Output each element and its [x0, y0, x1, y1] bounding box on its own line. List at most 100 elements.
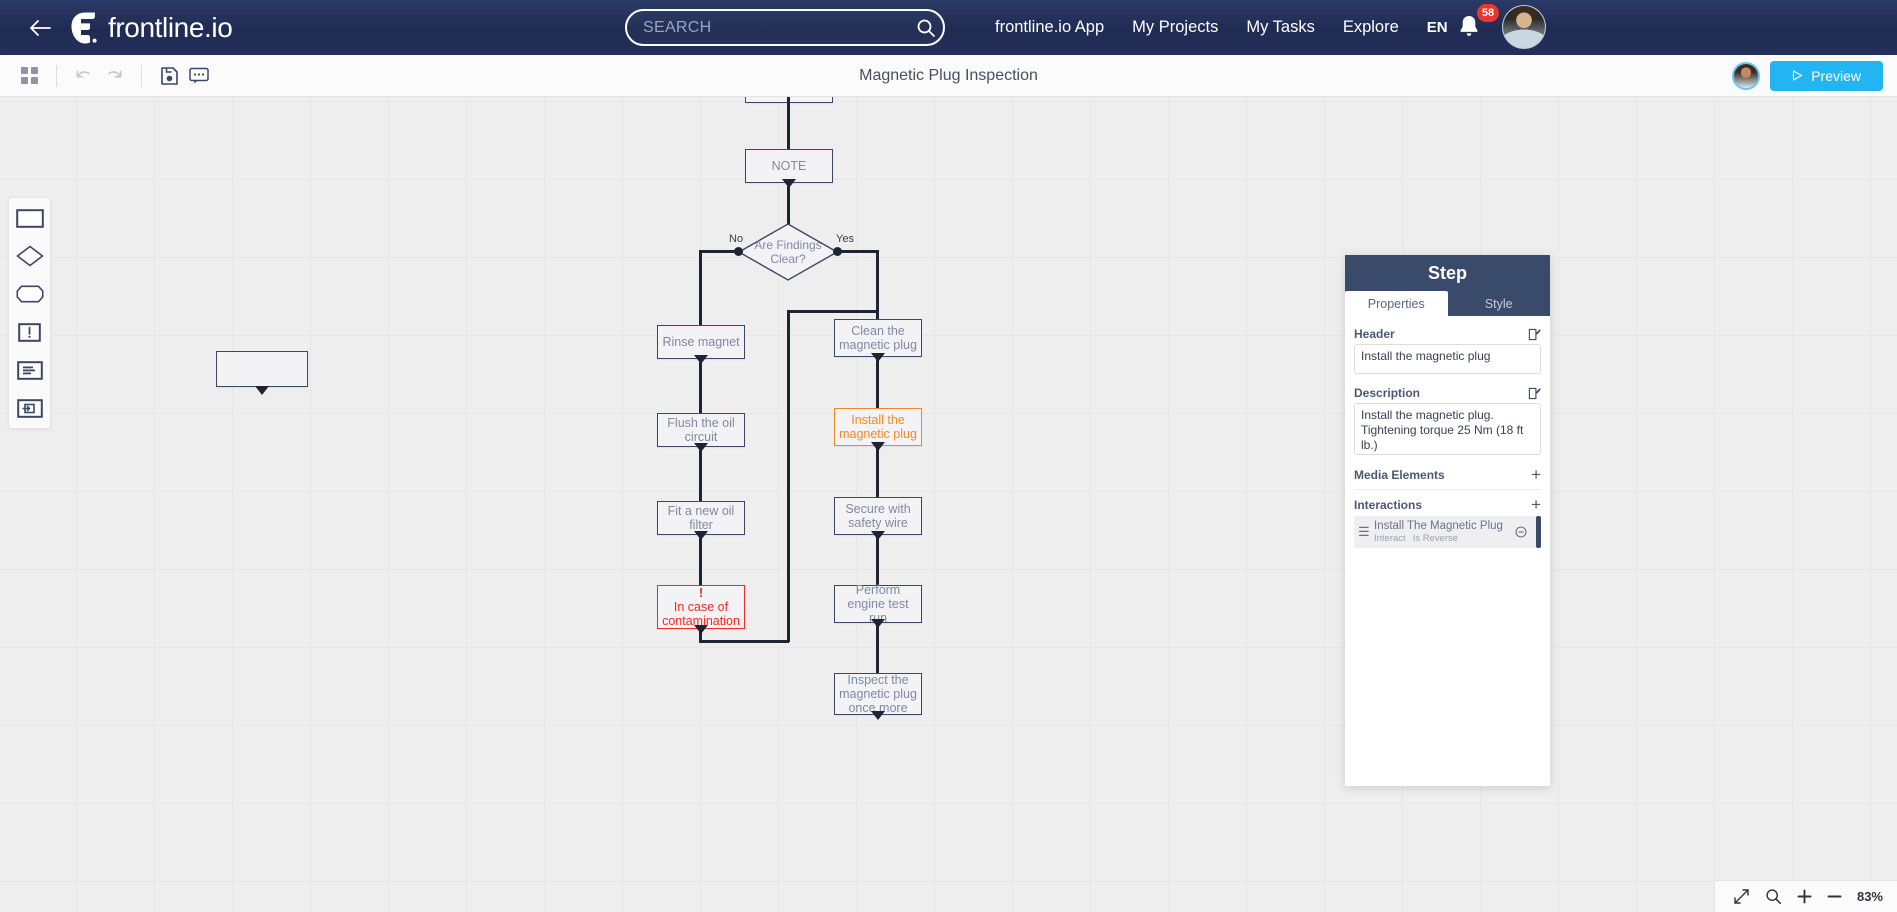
back-button[interactable] [26, 14, 54, 42]
zoom-in-button[interactable] [1797, 889, 1812, 904]
palette-item-rectangle[interactable] [15, 206, 45, 230]
edge-label-yes: Yes [836, 233, 854, 245]
preview-button[interactable]: Preview [1770, 60, 1883, 91]
flowchart-node-note[interactable]: NOTE [745, 149, 833, 183]
zoom-controls: 83% [1713, 880, 1897, 912]
notifications-badge: 58 [1477, 4, 1499, 22]
step-panel-tabs: Properties Style [1345, 291, 1550, 316]
nav-link-explore[interactable]: Explore [1343, 18, 1399, 37]
nav-link-my-projects[interactable]: My Projects [1132, 18, 1218, 37]
flowchart-node-empty[interactable] [216, 351, 308, 387]
flowchart-connector [699, 447, 702, 501]
brand-name: frontline.io [108, 11, 233, 43]
flowchart-connector [699, 359, 702, 413]
header-field[interactable] [1354, 344, 1541, 374]
flowchart-node-secure-safety-wire[interactable]: Secure with safety wire [834, 497, 922, 535]
top-navigation-bar: frontline.io frontline.io App My Project… [0, 0, 1897, 55]
redo-button[interactable] [99, 61, 129, 91]
step-panel-title[interactable]: Step [1345, 255, 1550, 291]
flowchart-arrow [871, 711, 885, 720]
nav-link-my-tasks[interactable]: My Tasks [1246, 18, 1314, 37]
search-box[interactable] [625, 9, 945, 46]
collaborator-avatar[interactable] [1732, 61, 1761, 90]
flowchart-node-clean-magnetic-plug[interactable]: Clean the magnetic plug [834, 319, 922, 357]
palette-item-warning[interactable] [15, 320, 45, 344]
comments-button[interactable] [184, 61, 214, 91]
language-selector[interactable]: EN [1427, 19, 1448, 36]
interaction-name: Install The Magnetic Plug [1374, 520, 1503, 532]
add-media-element-button[interactable]: + [1531, 466, 1541, 483]
edit-description-icon[interactable] [1528, 387, 1541, 400]
description-field[interactable] [1354, 403, 1541, 455]
flowchart-node-label: Clean the magnetic plug [839, 324, 917, 352]
flowchart-node-install-magnetic-plug[interactable]: Install the magnetic plug [834, 408, 922, 446]
plus-icon [1797, 889, 1812, 904]
flowchart-arrow [255, 386, 269, 395]
add-interaction-button[interactable]: + [1531, 496, 1541, 513]
media-elements-row: Media Elements + [1354, 466, 1541, 483]
notifications-button[interactable]: 58 [1455, 4, 1499, 44]
play-icon [1793, 70, 1803, 81]
grid-view-button[interactable] [14, 61, 44, 91]
expand-icon [1734, 889, 1749, 904]
exclamation-box-icon [18, 322, 41, 342]
flowchart-node-flush-oil-circuit[interactable]: Flush the oil circuit [657, 413, 745, 447]
palette-item-link[interactable] [15, 396, 45, 420]
shape-palette [8, 197, 51, 429]
flowchart-node-fit-oil-filter[interactable]: Fit a new oil filter [657, 501, 745, 535]
brand-logo[interactable]: frontline.io [68, 11, 233, 45]
nav-link-frontline-app[interactable]: frontline.io App [995, 18, 1104, 37]
undo-button[interactable] [69, 61, 99, 91]
interaction-tag-is-reverse: Is Reverse [1412, 533, 1459, 544]
flowchart-connector [787, 310, 790, 642]
toolbar-divider-1 [56, 64, 57, 87]
interaction-tags: Interact Is Reverse [1374, 533, 1519, 545]
flowchart-node-inspect-once-more[interactable]: Inspect the magnetic plug once more [834, 673, 922, 715]
user-avatar[interactable] [1502, 5, 1546, 49]
undo-icon [76, 70, 90, 78]
flowchart-node-decision[interactable]: Are Findings Clear? [737, 223, 839, 281]
step-panel-body: Header Description [1345, 316, 1550, 786]
interactions-label: Interactions [1354, 498, 1423, 512]
save-button[interactable] [154, 61, 184, 91]
flowchart-node-engine-test-run[interactable]: Perform engine test run [834, 583, 922, 625]
description-row: Description [1354, 386, 1541, 400]
search-input[interactable] [627, 18, 909, 37]
search-icon[interactable] [909, 18, 943, 38]
flowchart-node-label: Inspect the magnetic plug once more [839, 673, 917, 715]
flowchart-canvas[interactable]: NOTE Are Findings Clear? No Yes Rinse ma… [0, 97, 1897, 912]
toolbar-right-group: Preview [1732, 60, 1883, 91]
rounded-rect-icon [16, 285, 43, 303]
interaction-list-item[interactable]: ☰ Install The Magnetic Plug Interact Is … [1354, 516, 1541, 548]
zoom-out-button[interactable] [1827, 889, 1842, 904]
grid-icon [20, 67, 38, 84]
interaction-tag-interact: Interact [1374, 533, 1406, 544]
tab-style[interactable]: Style [1448, 291, 1551, 316]
collaborator-avatar-image [1734, 63, 1759, 88]
drag-handle-icon[interactable]: ☰ [1358, 525, 1370, 538]
flowchart-connector [787, 97, 790, 149]
interaction-scrollbar[interactable] [1536, 516, 1541, 548]
flowchart-node-label: Install the magnetic plug [839, 413, 917, 441]
flowchart-connector [700, 250, 738, 253]
palette-item-diamond[interactable] [15, 244, 45, 268]
fit-to-screen-button[interactable] [1733, 888, 1750, 905]
palette-item-note[interactable] [15, 358, 45, 382]
remove-interaction-icon[interactable] [1515, 526, 1527, 538]
flowchart-node-label: Secure with safety wire [845, 502, 911, 530]
save-icon [160, 66, 178, 85]
toolbar-divider-2 [141, 64, 142, 87]
avatar-image [1503, 6, 1545, 48]
palette-item-rounded[interactable] [15, 282, 45, 306]
step-properties-panel[interactable]: Step Properties Style Header Description [1345, 255, 1550, 786]
tab-properties[interactable]: Properties [1345, 291, 1448, 316]
header-row: Header [1354, 327, 1541, 341]
media-elements-label: Media Elements [1354, 468, 1445, 482]
zoom-search-button[interactable] [1765, 888, 1782, 905]
flowchart-node-contamination[interactable]: ! In case of contamination [657, 585, 745, 629]
note-icon [16, 360, 43, 380]
frontline-logo-icon [68, 11, 102, 45]
flowchart-node-label: NOTE [771, 159, 807, 173]
edit-header-icon[interactable] [1528, 328, 1541, 341]
flowchart-node-rinse-magnet[interactable]: Rinse magnet [657, 325, 745, 359]
